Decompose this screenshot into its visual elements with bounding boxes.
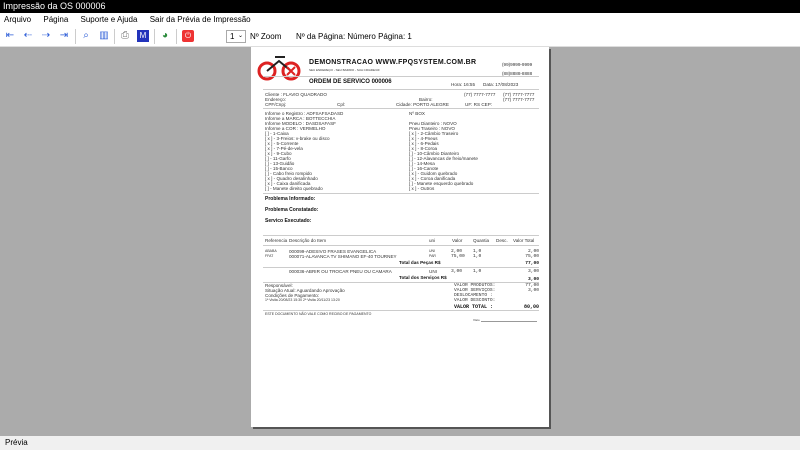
servico-executado: Servico Executado: [265,218,312,224]
item-total: 75,00 [525,254,539,259]
service-total: 3,00 [527,269,539,274]
report-page: DEMONSTRACAO WWW.FPQSYSTEM.COM.BR SEU EN… [251,47,549,427]
item-qtd: 1,0 [473,254,482,259]
service-qtd: 1,0 [473,269,482,274]
visto: Visto [473,318,480,322]
export-icon[interactable]: M [137,30,149,42]
uf-cep: UF: RS CEP: [465,102,493,107]
col-valor-total: Valor Total [513,238,535,243]
data: Data: 17/08/2023 [483,82,519,87]
info-list: Informe o Registro : ADFSAFSADASD Inform… [265,111,343,131]
total-serv-label: Total dos Serviços R$ [399,275,447,280]
hora: Hora: 16:55 [451,82,476,87]
page-label: Nº da Página: Número Página: 1 [296,32,412,41]
next-page-icon[interactable]: ⇢ [40,30,52,42]
checklist-item: [ ] - Manete direito quebrado [265,186,323,191]
item-desc: 000071-ALAVANCA TV SHIMANO EF-40 TOURNEY [289,254,397,259]
item-uni: PAR [429,254,436,258]
col-uni: uni [429,238,436,243]
menu-suporte[interactable]: Suporte e Ajuda [81,15,138,24]
summary-value: 3,00 [527,288,539,293]
email-icon[interactable]: ◕ [159,30,171,42]
first-page-icon[interactable]: ⇤ [4,30,16,42]
menu-sair-previa[interactable]: Sair da Prévia de Impressão [150,15,251,24]
toolbar: ⇤ ⇠ ⇢ ⇥ ⌕ ▥ ⎙ M ◕ ⏻ 1 ⌄ Nº Zoom Nº da Pág… [0,26,800,47]
prev-page-icon[interactable]: ⇠ [22,30,34,42]
chevron-down-icon: ⌄ [237,33,243,39]
tel-3: (77) 7777-7777 [503,97,535,102]
cpl: Cpl: [337,102,346,107]
zoom-select[interactable]: 1 ⌄ [226,30,246,43]
col-referencia: Referencia [265,238,288,243]
zoom-icon[interactable]: ⌕ [80,30,92,42]
item-ref: FFAT [265,254,274,258]
problema-informado: Problema Informado: [265,196,316,202]
checklist-right: [ x ] - 2-Câmbio Traseiro[ x ] - 4-Pneus… [409,131,478,191]
print-icon[interactable]: ⎙ [119,30,131,42]
cidade: Cidade: PORTO ALEGRE [396,102,449,107]
zoom-label: Nº Zoom [250,32,282,41]
close-preview-icon[interactable]: ⏻ [182,30,194,42]
status-bar: Prévia [0,436,800,450]
company-name: DEMONSTRACAO WWW.FPQSYSTEM.COM.BR [309,59,477,66]
checklist-item: [ x ] - Outros [409,186,435,191]
zoom-value: 1 [230,32,235,41]
checklist-left: [ ] - 1-Caixa[ x ] - 3-Freios: v-brake o… [265,131,330,191]
total-pecas: 77,00 [525,261,539,266]
tel-1: (77) 7777-7777 [464,92,496,97]
cpf: CPF/Cnpj: [265,102,287,107]
item-valor: 75,00 [451,254,465,259]
book-view-icon[interactable]: ▥ [98,30,110,42]
col-desc: Desc. [496,238,508,243]
report-title: ORDEM DE SERVICO 000006 [309,79,392,85]
col-valor: Valor [452,238,463,243]
footer-note: ESTE DOCUMENTO NÃO VALE COMO RECIBO DE P… [265,312,372,316]
phone-1: (99)9999-9999 [502,62,533,67]
total-pecas-label: Total das Peças R$ [399,260,441,265]
menu-bar: Arquivo Página Suporte e Ajuda Sair da P… [0,13,800,26]
col-descricao: Descrição do Item [289,238,327,243]
menu-arquivo[interactable]: Arquivo [4,15,31,24]
service-uni: UNI [429,269,437,274]
summary-label: VALOR DESCONTO: [454,298,496,303]
problema-constatado: Problema Constatado: [265,207,319,213]
menu-pagina[interactable]: Página [43,15,68,24]
company-address: SEU ENDEREÇO - SEU BAIRRO - SUA CIDADE/U… [309,68,380,72]
last-page-icon[interactable]: ⇥ [58,30,70,42]
box: Nº BOX [409,111,425,116]
service-desc: 000036-ABRIR OU TROCAR PNEU OU CAMARA [289,269,392,274]
service-valor: 3,00 [451,269,463,274]
visitas: 1ª Visita 20/08/23 15:30 2ª Visita 20/11… [265,298,340,302]
col-quantia: Quantia [473,238,490,243]
window-title: Impressão da OS 000006 [0,0,800,13]
